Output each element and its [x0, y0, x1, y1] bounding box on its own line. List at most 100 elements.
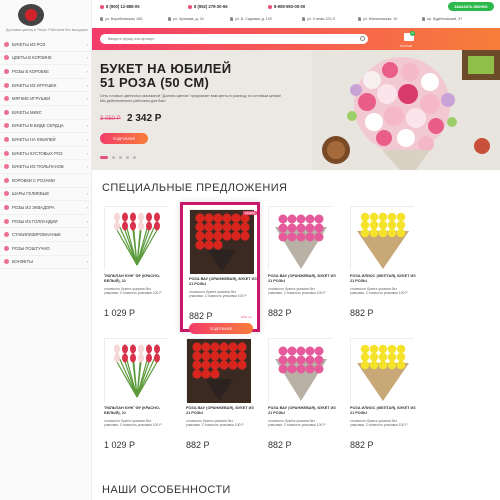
logo-tagline: Доставка цветов в Твери. Работаем без вы… — [6, 28, 88, 32]
product-name[interactable]: РОЗА ВАУ (ОРАНЖЕВАЯ), БУКЕТ ИЗ 21 РОЗЫ — [268, 274, 338, 284]
sidebar-item-label: БУКЕТЫ ИЗ РОЗ — [12, 41, 46, 47]
sidebar-item[interactable]: РОЗЫ ИЗ ГОЛЛАНДИИ › — [0, 215, 92, 229]
product-image[interactable] — [268, 206, 333, 271]
product-name[interactable]: РОЗА ВАУ (ОРАНЖЕВАЯ), БУКЕТ ИЗ 21 РОЗЫ — [186, 406, 256, 416]
location-pin-icon — [302, 17, 305, 21]
address-1[interactable]: ул. Воробьевская, 265 — [100, 17, 142, 21]
chevron-right-icon: › — [86, 191, 88, 197]
phone-icon — [100, 4, 104, 9]
chevron-right-icon: › — [86, 232, 88, 238]
product-price: 882 Р — [189, 311, 213, 321]
sidebar-item-label: РОЗЫ ИЗ ЭКВАДОРА — [12, 204, 55, 210]
sidebar-item[interactable]: БУКЕТЫ ИЗ РОЗ › — [0, 38, 92, 52]
cart-button[interactable]: 0 ПУСТАЯ — [400, 31, 416, 48]
category-icon — [4, 232, 9, 238]
slider-dot[interactable] — [100, 156, 108, 159]
chevron-right-icon: › — [86, 82, 88, 88]
product-card[interactable]: РОЗА ВАУ (ОРАНЖЕВАЯ), БУКЕТ ИЗ 21 РОЗЫ ст… — [180, 334, 260, 464]
product-card[interactable]: ТЮЛЬПАН КУНГ ФУ (КРАСНО-БЕЛЫЙ), 21 стоимо… — [98, 334, 178, 464]
sidebar-item-label: БУКЕТЫ КУСТОВЫХ РОЗ — [12, 150, 63, 156]
product-card[interactable]: РОЗА ВАУ (ОРАНЖЕВАЯ), БУКЕТ ИЗ 21 РОЗЫ ст… — [262, 334, 342, 464]
chevron-right-icon: › — [86, 96, 88, 102]
product-card[interactable]: РОЗА ИЛИОС (ЖЕЛТАЯ), БУКЕТ ИЗ 21 РОЗЫ сто… — [344, 202, 424, 332]
sidebar-item[interactable]: БУКЕТЫ КУСТОВЫХ РОЗ › — [0, 147, 92, 161]
product-image[interactable] — [104, 206, 169, 271]
slider-dot[interactable] — [112, 156, 115, 159]
category-icon — [4, 150, 9, 156]
sidebar-item[interactable]: ШАРЫ ГЕЛИЕВЫЕ › — [0, 188, 92, 202]
phone-3[interactable]: 8-908-993-00-00 — [268, 4, 305, 9]
chevron-right-icon: › — [86, 41, 88, 47]
product-name[interactable]: РОЗА ИЛИОС (ЖЕЛТАЯ), БУКЕТ ИЗ 21 РОЗЫ — [350, 274, 420, 284]
category-icon — [4, 123, 9, 129]
callback-button[interactable]: ЗАКАЗАТЬ ЗВОНОК — [448, 2, 494, 11]
product-image[interactable] — [189, 209, 254, 274]
phone-icon — [268, 4, 272, 9]
product-price: 882 Р — [350, 440, 374, 450]
chevron-right-icon: › — [86, 55, 88, 61]
logo[interactable] — [18, 4, 44, 26]
product-name[interactable]: ТЮЛЬПАН КУНГ ФУ (КРАСНО-БЕЛЫЙ), 21 — [104, 274, 174, 284]
sidebar-item[interactable]: РОЗЫ В КОРОБКЕ › — [0, 65, 92, 79]
hero-banner: БУКЕТ НА ЮБИЛЕЙ 51 РОЗА (50 СМ) Сеть гото… — [92, 50, 500, 170]
address-4[interactable]: ул. Стачки 123-Л — [302, 17, 335, 21]
sidebar-item[interactable]: ЦВЕТЫ В КОРЗИНЕ › — [0, 52, 92, 66]
chevron-right-icon: › — [86, 218, 88, 224]
hero-details-button[interactable]: ПОДРОБНЕЕ — [100, 133, 148, 144]
category-icon — [4, 55, 9, 61]
sidebar-item[interactable]: КОРОБКИ С РОЗАМИ — [0, 174, 92, 188]
slider-dot[interactable] — [119, 156, 122, 159]
sidebar-item-label: РОЗЫ В КОРОБКЕ — [12, 68, 49, 74]
sidebar-item[interactable]: БУКЕТЫ В ВИДЕ СЕРДЦА › — [0, 120, 92, 134]
product-image[interactable] — [350, 206, 415, 271]
sidebar-item[interactable]: РОЗЫ ИЗ ЭКВАДОРА › — [0, 201, 92, 215]
product-name[interactable]: РОЗА ВАУ (ОРАНЖЕВАЯ), БУКЕТ ИЗ 21 РОЗЫ — [189, 277, 259, 287]
phone-number: 8-908-993-00-00 — [274, 4, 306, 9]
search-input[interactable] — [100, 34, 368, 44]
slider-dot[interactable] — [126, 156, 129, 159]
product-image[interactable] — [268, 338, 333, 403]
product-description: стоимость букета указана без упаковки. С… — [350, 419, 408, 428]
product-card[interactable]: ТЮЛЬПАН КУНГ ФУ (КРАСНО-БЕЛЫЙ), 21 стоимо… — [98, 202, 178, 332]
sidebar-item[interactable]: БУКЕТЫ НА ЮБИЛЕЙ › — [0, 133, 92, 147]
hero-old-price: 3 050 Р — [100, 116, 121, 122]
sidebar-item-label: СТАБИЛИЗИРОВАННЫЕ — [12, 232, 62, 238]
product-name[interactable]: РОЗА ВАУ (ОРАНЖЕВАЯ), БУКЕТ ИЗ 21 РОЗЫ — [268, 406, 338, 416]
address-2[interactable]: ул. Хромова, д. 24 — [168, 17, 204, 21]
address-6[interactable]: пр. Будённовский, 57 — [422, 17, 462, 21]
product-card[interactable]: АКЦИЯ РОЗА ВАУ (ОРАНЖЕВАЯ), БУКЕТ ИЗ 21 Р… — [180, 202, 260, 334]
product-details-button[interactable]: ПОДРОБНЕЕ — [189, 323, 253, 334]
sidebar-item[interactable]: БУКЕТЫ МИКС — [0, 106, 92, 120]
location-pin-icon — [358, 17, 361, 21]
phone-1[interactable]: 8 (900) 12-888-05 — [100, 4, 140, 9]
product-image[interactable] — [186, 338, 251, 403]
sidebar-item[interactable]: БУКЕТЫ ИЗ ТЮЛЬПАНОВ › — [0, 160, 92, 174]
product-name[interactable]: РОЗА ИЛИОС (ЖЕЛТАЯ), БУКЕТ ИЗ 21 РОЗЫ — [350, 406, 420, 416]
product-description: стоимость букета указана без упаковки. С… — [268, 287, 326, 296]
product-description: стоимость букета указана без упаковки. С… — [104, 419, 162, 428]
search-icon[interactable] — [360, 36, 365, 41]
sidebar-item[interactable]: КОНФЕТЫ › — [0, 256, 92, 270]
sidebar-item-label: КОНФЕТЫ — [12, 259, 33, 265]
address-3[interactable]: ул. Б. Садовая, д. 103 — [230, 17, 272, 21]
product-card[interactable]: РОЗА ВАУ (ОРАНЖЕВАЯ), БУКЕТ ИЗ 21 РОЗЫ ст… — [262, 202, 342, 332]
sidebar-item[interactable]: РОЗЫ ПОШТУЧНО — [0, 242, 92, 256]
slider-dots — [100, 156, 136, 159]
sidebar-item[interactable]: МЯГКИЕ ИГРУШКИ › — [0, 92, 92, 106]
product-price: 1 029 Р — [104, 440, 136, 450]
sidebar-item-label: РОЗЫ ПОШТУЧНО — [12, 245, 50, 251]
catalog-menu: БУКЕТЫ ИЗ РОЗ › ЦВЕТЫ В КОРЗИНЕ › РОЗЫ В КОР… — [0, 38, 92, 270]
address-5[interactable]: ул. Малиновская, 10 — [358, 17, 397, 21]
chevron-right-icon: › — [86, 68, 88, 74]
location-pin-icon — [230, 17, 233, 21]
product-card[interactable]: РОЗА ИЛИОС (ЖЕЛТАЯ), БУКЕТ ИЗ 21 РОЗЫ сто… — [344, 334, 424, 464]
sidebar-item[interactable]: СТАБИЛИЗИРОВАННЫЕ › — [0, 228, 92, 242]
product-image[interactable] — [104, 338, 169, 403]
phone-2[interactable]: 8 (952) 279-30-66 — [188, 4, 228, 9]
chevron-right-icon: › — [86, 136, 88, 142]
category-icon — [4, 68, 9, 74]
slider-dot[interactable] — [133, 156, 136, 159]
sidebar-item[interactable]: БУКЕТЫ ИЗ ИГРУШЕК › — [0, 79, 92, 93]
product-image[interactable] — [350, 338, 415, 403]
product-name[interactable]: ТЮЛЬПАН КУНГ ФУ (КРАСНО-БЕЛЫЙ), 21 — [104, 406, 174, 416]
